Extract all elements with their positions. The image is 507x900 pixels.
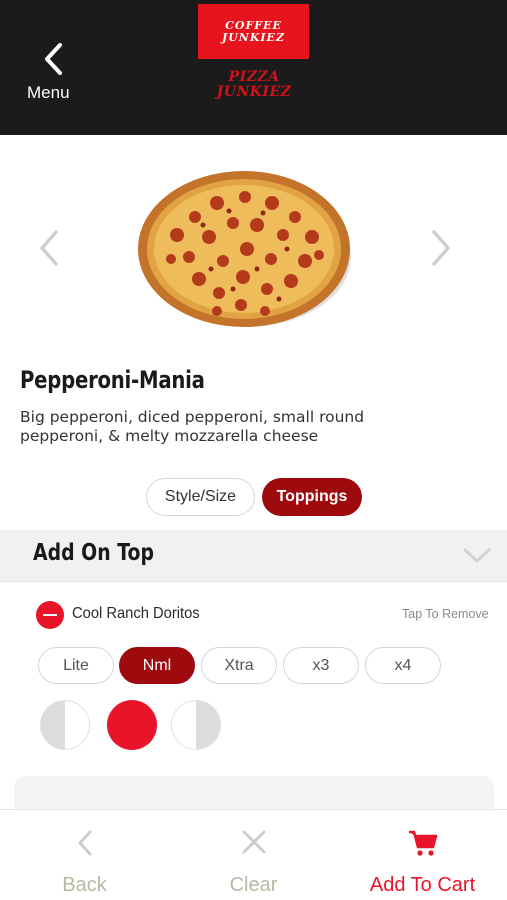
cart-icon (408, 830, 437, 856)
right-half-placement-button[interactable] (171, 700, 221, 750)
back-button[interactable]: Back (0, 810, 169, 900)
chevron-right-icon (432, 230, 450, 266)
chevron-left-icon (40, 230, 58, 266)
amount-x4-button[interactable]: x4 (365, 647, 441, 684)
topping-name: Cool Ranch Doritos (72, 605, 200, 622)
product-description: Big pepperoni, diced pepperoni, small ro… (20, 408, 365, 445)
chevron-left-icon (45, 43, 62, 75)
next-item-button[interactable] (426, 228, 456, 268)
amount-lite-button[interactable]: Lite (38, 647, 114, 684)
remove-topping-button[interactable] (36, 601, 64, 629)
amount-extra-button[interactable]: Xtra (201, 647, 277, 684)
bottom-action-bar: Back Clear Add To Cart (0, 809, 507, 900)
product-title: Pepperoni-Mania (20, 366, 205, 394)
pizza-image (138, 171, 351, 327)
previous-item-button[interactable] (34, 228, 64, 268)
add-to-cart-label: Add To Cart (369, 874, 476, 896)
tab-style-size[interactable]: Style/Size (146, 478, 255, 516)
menu-label: Menu (27, 83, 70, 102)
whole-placement-button[interactable] (107, 700, 157, 750)
coffee-junkiez-logo: COFFEE JUNKIEZ (198, 4, 309, 59)
add-to-cart-button[interactable]: Add To Cart (338, 810, 507, 900)
pizza-junkiez-logo: PIZZA JUNKIEZ (216, 69, 292, 100)
left-half-placement-button[interactable] (40, 700, 90, 750)
add-on-top-section-header[interactable]: Add On Top (0, 530, 507, 582)
tab-toppings[interactable]: Toppings (262, 478, 362, 516)
clear-label: Clear (229, 874, 278, 896)
back-label: Back (62, 874, 107, 896)
app-header: Menu COFFEE JUNKIEZ PIZZA JUNKIEZ (0, 0, 507, 135)
tap-to-remove-hint: Tap To Remove (402, 607, 489, 621)
amount-x3-button[interactable]: x3 (283, 647, 359, 684)
close-icon (242, 830, 265, 854)
amount-normal-button[interactable]: Nml (119, 647, 195, 684)
menu-back-button[interactable]: Menu (18, 40, 88, 110)
chevron-down-icon (463, 548, 491, 563)
clear-button[interactable]: Clear (169, 810, 338, 900)
chevron-left-icon (78, 830, 91, 856)
section-title: Add On Top (33, 540, 155, 566)
